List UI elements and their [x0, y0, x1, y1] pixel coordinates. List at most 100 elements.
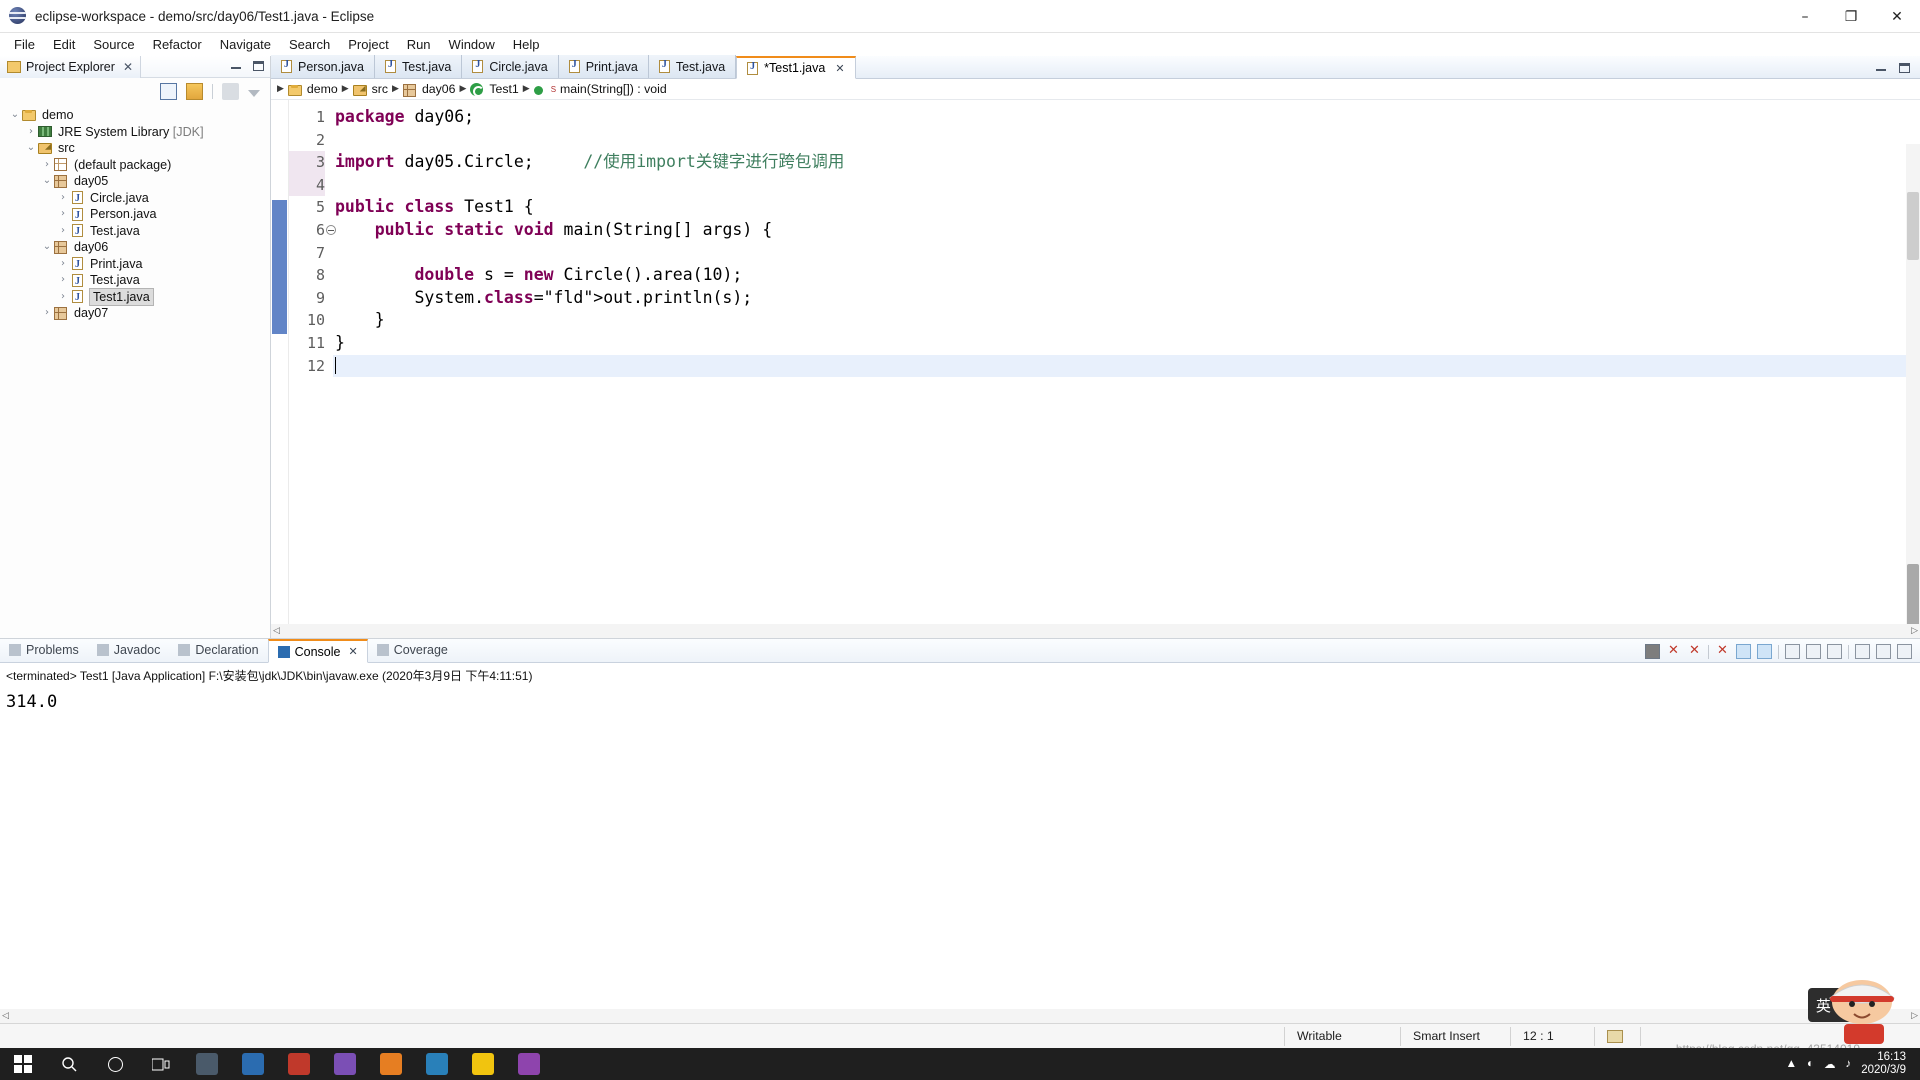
menu-run[interactable]: Run — [398, 35, 440, 54]
tree-item--default-package-[interactable]: › (default package) — [0, 157, 270, 174]
tree-twisty-icon[interactable]: › — [56, 206, 70, 223]
editor-vertical-scrollbar[interactable] — [1906, 144, 1920, 638]
tree-item-day06[interactable]: ⌄ day06 — [0, 239, 270, 256]
breadcrumb-arrow-icon[interactable]: ▶ — [392, 84, 399, 94]
tree-twisty-icon[interactable]: › — [56, 190, 70, 207]
code-line[interactable]: package day06; — [333, 106, 1920, 129]
menu-search[interactable]: Search — [280, 35, 339, 54]
app-icon-1[interactable] — [184, 1048, 230, 1080]
network-icon[interactable]: ◐ — [1807, 1058, 1814, 1070]
editor-tab-close-icon[interactable]: ✕ — [835, 62, 844, 75]
editor-tab-print-java[interactable]: Print.java — [558, 55, 649, 78]
menu-source[interactable]: Source — [84, 35, 143, 54]
editor-vscroll-thumb[interactable] — [1907, 192, 1919, 260]
menu-help[interactable]: Help — [504, 35, 549, 54]
app-icon-6[interactable] — [414, 1048, 460, 1080]
tree-twisty-icon[interactable]: ⌄ — [40, 173, 54, 190]
menu-project[interactable]: Project — [339, 35, 397, 54]
code-line[interactable] — [333, 129, 1920, 152]
remove-launch-icon[interactable]: ✕ — [1666, 644, 1681, 659]
tree-item-day05[interactable]: ⌄ day05 — [0, 173, 270, 190]
code-line[interactable] — [333, 174, 1920, 197]
editor-tab-test-java[interactable]: Test.java — [375, 55, 463, 78]
app-icon-7[interactable] — [460, 1048, 506, 1080]
editor-tab-test-java[interactable]: Test.java — [648, 55, 737, 78]
onedrive-icon[interactable]: ☁ — [1824, 1057, 1836, 1071]
code-text[interactable]: package day06; import day05.Circle; //使用… — [333, 100, 1920, 638]
chevron-up-icon[interactable]: ▲ — [1786, 1058, 1797, 1070]
annotation-gutter[interactable] — [271, 100, 289, 638]
maximize-icon[interactable] — [253, 60, 264, 71]
word-wrap-icon[interactable] — [1757, 644, 1772, 659]
tree-twisty-icon[interactable]: ⌄ — [24, 140, 38, 157]
tree-twisty-icon[interactable]: › — [24, 124, 38, 141]
cortana-icon[interactable] — [92, 1048, 138, 1080]
breadcrumb-arrow-icon[interactable]: ▶ — [523, 84, 530, 94]
tree-twisty-icon[interactable]: › — [56, 256, 70, 273]
scroll-left-icon[interactable]: ◁ — [273, 626, 280, 636]
collapse-all-icon[interactable] — [160, 82, 177, 100]
tree-twisty-icon[interactable]: › — [40, 157, 54, 174]
editor-tab--test1-java[interactable]: *Test1.java ✕ — [736, 56, 856, 79]
app-icon-5[interactable] — [368, 1048, 414, 1080]
open-console-icon[interactable] — [1855, 644, 1870, 659]
search-icon[interactable] — [46, 1048, 92, 1080]
task-view-icon[interactable] — [138, 1048, 184, 1080]
tree-twisty-icon[interactable]: ⌄ — [8, 107, 22, 124]
show-console-on-output-icon[interactable] — [1785, 644, 1800, 659]
terminate-icon[interactable] — [1645, 644, 1660, 659]
editor-vscroll-thumb-lower[interactable] — [1907, 564, 1919, 628]
console-tab-close-icon[interactable]: ✕ — [348, 645, 357, 658]
clear-console-icon[interactable]: ✕ — [1715, 644, 1730, 659]
tree-twisty-icon[interactable]: › — [40, 305, 54, 322]
breadcrumb-arrow-icon[interactable]: ▶ — [459, 84, 466, 94]
minimize-icon[interactable] — [230, 59, 243, 72]
minimize-button[interactable]: – — [1782, 0, 1828, 33]
tree-item-print-java[interactable]: › Print.java — [0, 256, 270, 274]
breadcrumb-item-main-string-void[interactable]: Smain(String[]) : void — [533, 82, 667, 96]
breadcrumb-item-demo[interactable]: demo — [287, 82, 338, 96]
console-tab-problems[interactable]: Problems — [0, 638, 88, 662]
code-line[interactable]: public class Test1 { — [333, 196, 1920, 219]
minimize-icon[interactable] — [1876, 644, 1891, 659]
explorer-tab-close-icon[interactable]: ✕ — [123, 60, 133, 74]
scroll-lock-icon[interactable] — [1736, 644, 1751, 659]
code-line[interactable]: } — [333, 332, 1920, 355]
breadcrumb-arrow-icon[interactable]: ▶ — [342, 84, 349, 94]
tree-twisty-icon[interactable]: ⌄ — [40, 239, 54, 256]
breadcrumb[interactable]: ▶ demo ▶ src ▶ day06 ▶ Test1 ▶ Smain(String[]) : … — [271, 79, 1920, 100]
volume-icon[interactable]: ♪ — [1845, 1058, 1851, 1070]
link-with-editor-icon[interactable] — [186, 82, 203, 100]
display-selected-console-icon[interactable] — [1827, 644, 1842, 659]
tree-item-test1-java[interactable]: › Test1.java — [0, 287, 270, 307]
menu-refactor[interactable]: Refactor — [144, 35, 211, 54]
editor-tab-circle-java[interactable]: Circle.java — [462, 55, 559, 78]
app-icon-3[interactable] — [276, 1048, 322, 1080]
editor-tab-person-java[interactable]: Person.java — [271, 55, 376, 78]
menu-edit[interactable]: Edit — [44, 35, 84, 54]
console-tab-console[interactable]: Console ✕ — [267, 639, 368, 663]
windows-start-icon[interactable] — [0, 1048, 46, 1080]
scroll-left-icon[interactable]: ◁ — [2, 1011, 9, 1021]
code-line[interactable]: public static void main(String[] args) { — [333, 219, 1920, 242]
console-tab-declaration[interactable]: Declaration — [169, 638, 267, 662]
maximize-button[interactable]: ❐ — [1828, 0, 1874, 33]
tree-item-test-java[interactable]: › Test.java — [0, 223, 270, 241]
remove-all-terminated-icon[interactable]: ✕ — [1687, 644, 1702, 659]
code-editor[interactable]: 1 2 3 4 5 6 7 8 9 10 11 12 package day06; import da… — [271, 100, 1920, 638]
project-tree[interactable]: ⌄ demo › JRE System Library [JDK] ⌄ src › (defa… — [0, 104, 270, 322]
code-line[interactable]: System.class="fld">out.println(s); — [333, 287, 1920, 310]
scroll-right-icon[interactable]: ▷ — [1911, 626, 1918, 636]
app-icon-8[interactable] — [506, 1048, 552, 1080]
app-icon-4[interactable] — [322, 1048, 368, 1080]
console-tab-coverage[interactable]: Coverage — [368, 638, 457, 662]
app-icon-2[interactable] — [230, 1048, 276, 1080]
scroll-right-icon[interactable]: ▷ — [1911, 1011, 1918, 1021]
close-button[interactable]: ✕ — [1874, 0, 1920, 33]
tree-item-circle-java[interactable]: › Circle.java — [0, 190, 270, 208]
view-filter-icon[interactable] — [248, 90, 260, 97]
maximize-icon[interactable] — [1897, 644, 1912, 659]
tree-twisty-icon[interactable]: › — [56, 289, 70, 306]
breadcrumb-item-test1[interactable]: Test1 — [470, 82, 519, 97]
breadcrumb-item-src[interactable]: src — [352, 82, 388, 96]
